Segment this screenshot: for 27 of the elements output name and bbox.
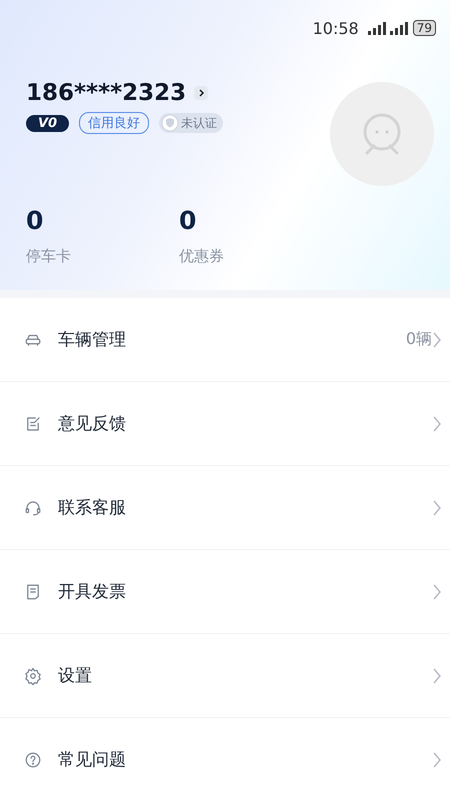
settings-icon (24, 666, 42, 684)
stat-value[interactable]: 0 (179, 206, 332, 235)
stat-value[interactable]: 0 (26, 206, 179, 235)
chevron-icon (432, 750, 442, 768)
battery-level: 79 (412, 20, 436, 36)
headset-icon (24, 498, 42, 516)
signal-icon (368, 21, 408, 35)
level-badge: V0 (26, 114, 70, 132)
menu-item[interactable]: 设置 (58, 664, 432, 687)
credit-badge: 信用良好 (79, 112, 150, 134)
vehicle-count: 0辆 (406, 329, 432, 350)
chevron-icon (432, 666, 442, 684)
edit-icon (24, 414, 42, 432)
chevron-icon[interactable] (194, 86, 208, 100)
menu-item[interactable]: 常见问题 (58, 748, 432, 771)
document-icon (24, 582, 42, 600)
menu-item[interactable]: 意见反馈 (58, 412, 432, 435)
status-time: 10:58 (312, 18, 359, 38)
chevron-icon (432, 498, 442, 516)
chevron-icon (432, 330, 442, 348)
menu-item[interactable]: 联系客服 (58, 496, 432, 519)
chevron-icon (432, 582, 442, 600)
phone-number[interactable]: 186****2323 (26, 80, 186, 106)
chevron-icon (432, 414, 442, 432)
menu-item[interactable]: 车辆管理 (58, 328, 406, 351)
menu-item[interactable]: 开具发票 (58, 580, 432, 603)
help-icon (24, 750, 42, 768)
